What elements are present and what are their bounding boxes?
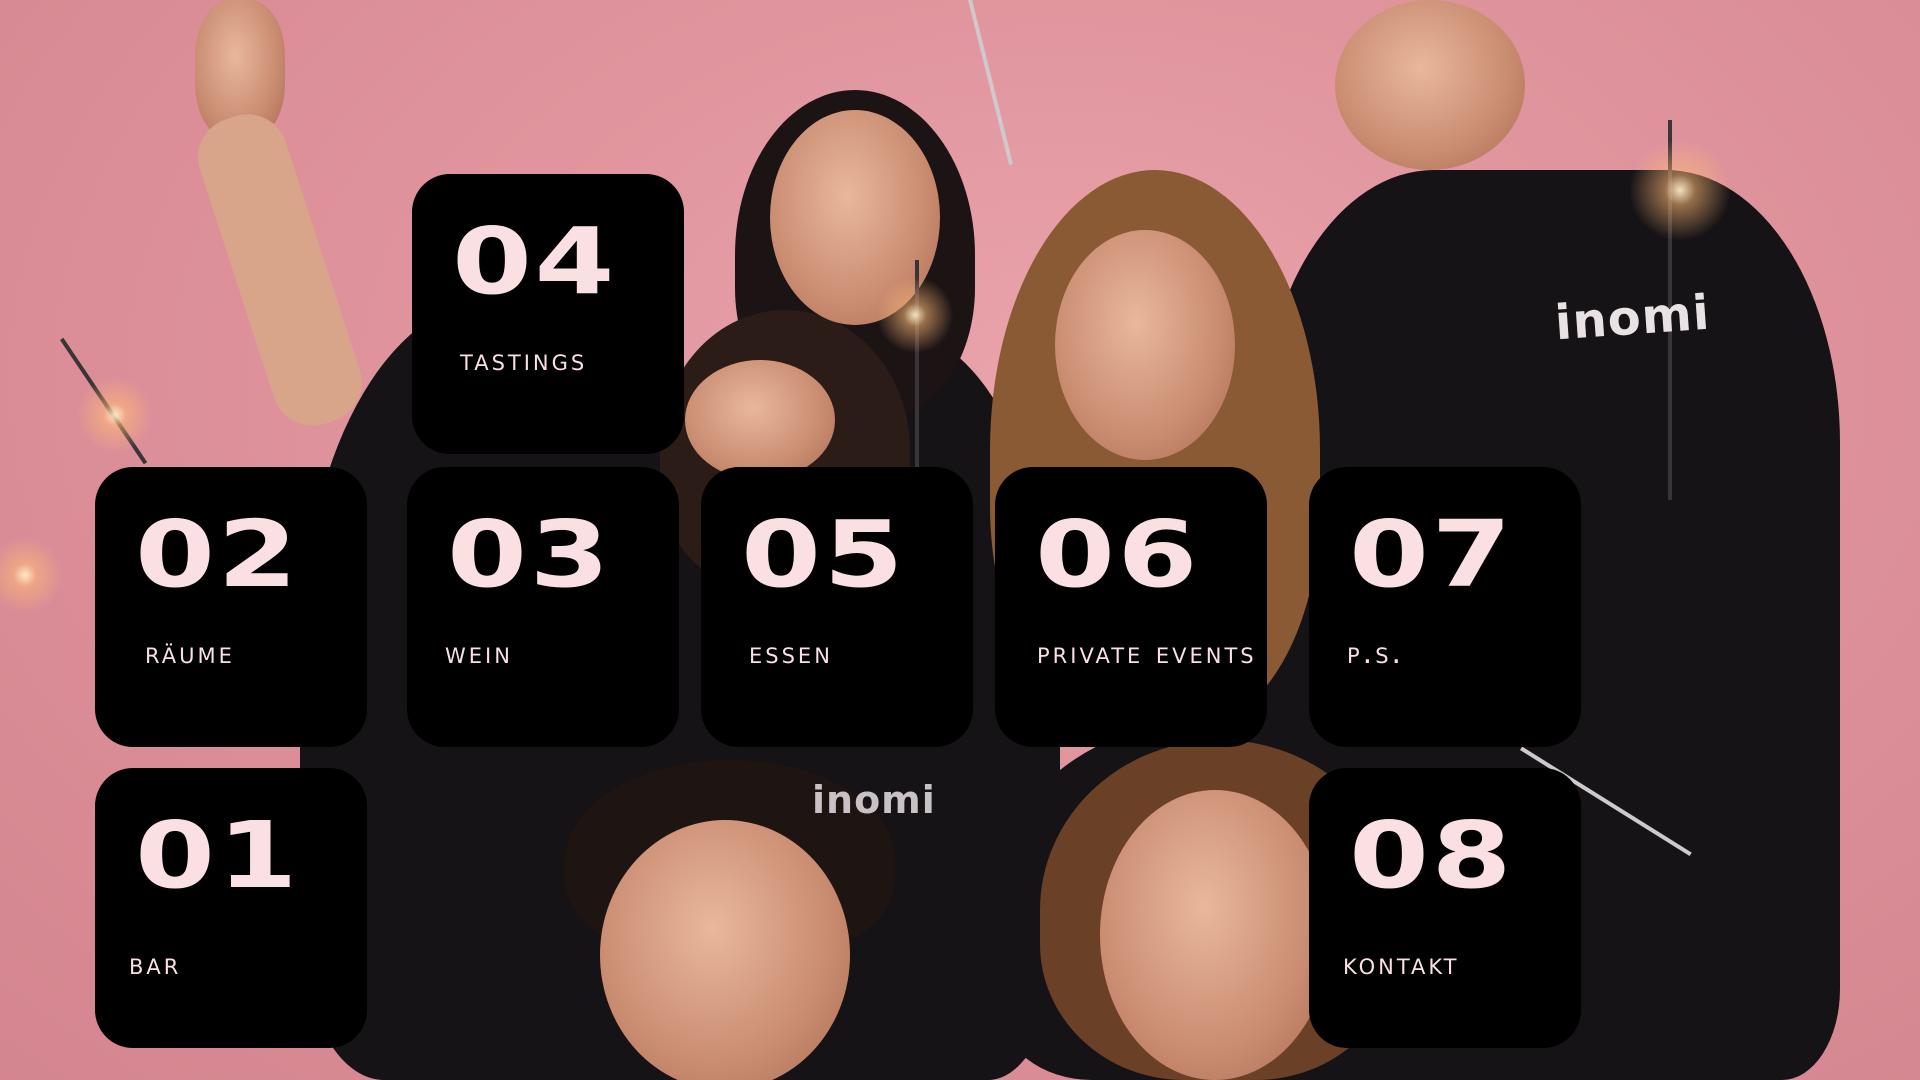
tile-number: 03 (447, 501, 613, 608)
nav-tile-private-events[interactable]: 06 Private Events (995, 467, 1267, 747)
tile-number: 04 (452, 208, 618, 315)
tile-number: 06 (1035, 501, 1201, 608)
tile-label: Bar (129, 947, 182, 982)
tile-label: Essen (749, 636, 833, 671)
tile-number: 07 (1349, 501, 1515, 608)
nav-tile-essen[interactable]: 05 Essen (701, 467, 973, 747)
face (1100, 790, 1330, 1080)
tile-number: 02 (135, 501, 301, 608)
tile-label: P.S. (1347, 636, 1405, 671)
tile-number: 01 (135, 802, 301, 909)
nav-tile-kontakt[interactable]: 08 Kontakt (1309, 768, 1581, 1048)
person-silhouette (187, 103, 373, 437)
tile-label: Tastings (460, 343, 588, 378)
face (1335, 0, 1525, 170)
tile-number: 08 (1349, 802, 1515, 909)
nav-tile-bar[interactable]: 01 Bar (95, 768, 367, 1048)
sparkler-flame (0, 530, 70, 620)
jumpsuit-logo: inomi (812, 778, 936, 822)
tile-label: Wein (445, 636, 513, 671)
tile-number: 05 (741, 501, 907, 608)
tile-label: Kontakt (1343, 947, 1460, 982)
sparkler-flame (870, 270, 960, 360)
jumpsuit-logo: inomi (1553, 284, 1712, 352)
sparkler-flame (70, 370, 160, 460)
face (1055, 230, 1235, 460)
nav-tile-wein[interactable]: 03 Wein (407, 467, 679, 747)
sparkler-stick (968, 0, 1014, 165)
nav-tile-tastings[interactable]: 04 Tastings (412, 174, 684, 454)
face (685, 360, 835, 480)
sparkler-flame (1620, 130, 1740, 250)
nav-tile-ps[interactable]: 07 P.S. (1309, 467, 1581, 747)
tile-label: Räume (145, 636, 235, 671)
face (600, 820, 850, 1080)
nav-tile-raeume[interactable]: 02 Räume (95, 467, 367, 747)
tile-label: Private Events (1037, 636, 1257, 671)
